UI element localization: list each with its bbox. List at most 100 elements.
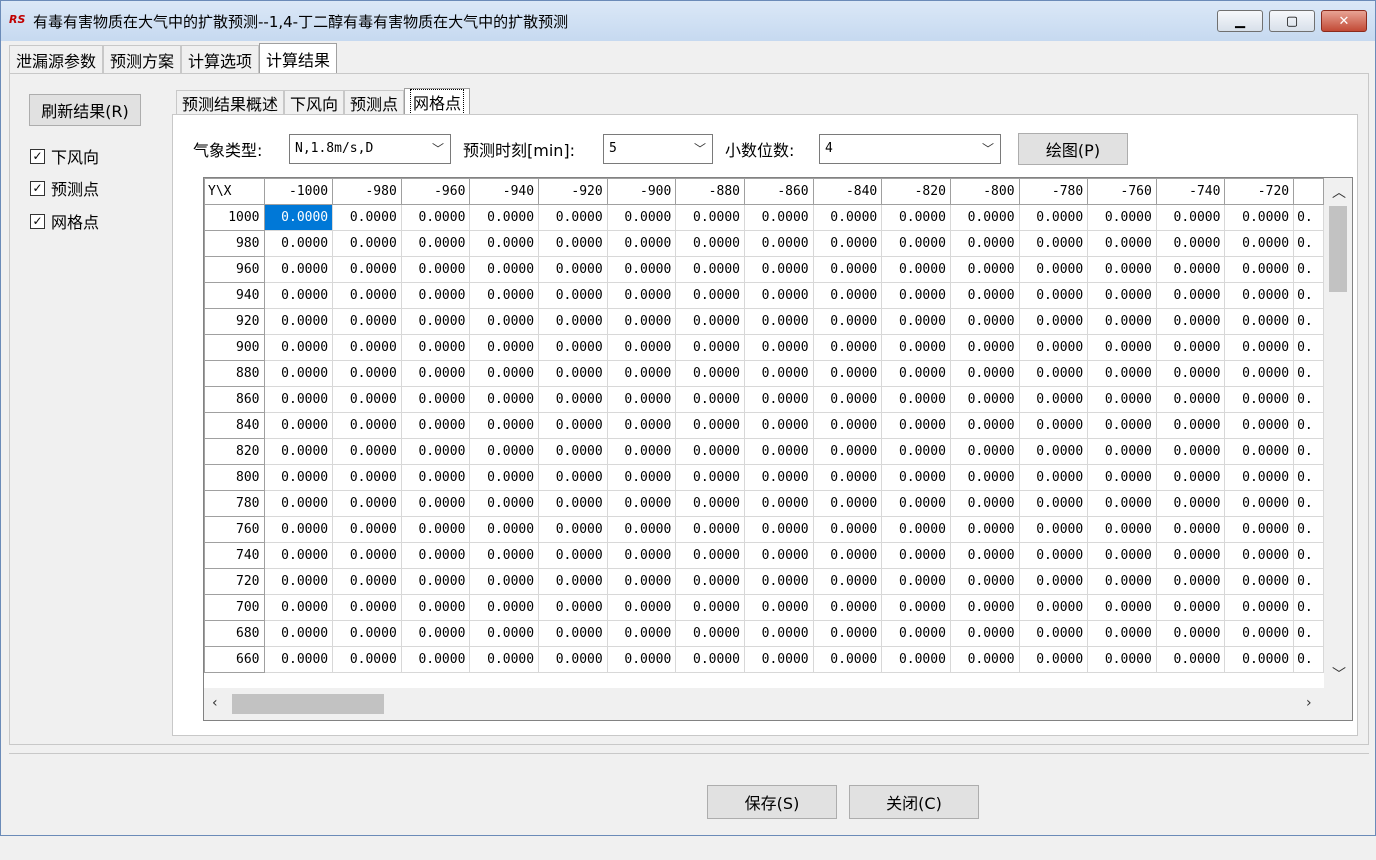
grid-cell-partial[interactable]: 0. xyxy=(1293,568,1324,595)
grid-cell[interactable]: 0.0000 xyxy=(1224,386,1295,413)
grid-cell[interactable]: 0.0000 xyxy=(263,334,334,361)
grid-cell[interactable]: 0.0000 xyxy=(263,282,334,309)
grid-cell[interactable]: 0.0000 xyxy=(400,516,471,543)
column-header[interactable]: -920 xyxy=(538,178,608,205)
grid-cell[interactable]: 0.0000 xyxy=(332,230,402,257)
grid-cell[interactable]: 0.0000 xyxy=(606,646,677,673)
grid-cell[interactable]: 0.0000 xyxy=(881,282,951,309)
horizontal-scrollbar[interactable]: ‹ › xyxy=(204,688,1352,720)
grid-cell[interactable]: 0.0000 xyxy=(400,438,471,465)
grid-cell[interactable]: 0.0000 xyxy=(1224,646,1295,673)
grid-cell[interactable]: 0.0000 xyxy=(332,412,402,439)
grid-cell[interactable]: 0.0000 xyxy=(332,542,402,569)
grid-cell[interactable]: 0.0000 xyxy=(949,282,1020,309)
row-header[interactable]: 1000 xyxy=(204,204,265,231)
grid-cell[interactable]: 0.0000 xyxy=(1155,490,1226,517)
grid-cell[interactable]: 0.0000 xyxy=(949,334,1020,361)
grid-cell[interactable]: 0.0000 xyxy=(743,412,814,439)
grid-cell[interactable]: 0.0000 xyxy=(949,308,1020,335)
grid-cell[interactable]: 0.0000 xyxy=(1224,308,1295,335)
save-button[interactable]: 保存(S) xyxy=(707,785,837,819)
scroll-left-icon[interactable]: ‹ xyxy=(212,695,218,711)
grid-cell-partial[interactable]: 0. xyxy=(1293,386,1324,413)
grid-cell[interactable]: 0.0000 xyxy=(881,412,951,439)
grid-cell[interactable]: 0.0000 xyxy=(812,256,883,283)
grid-cell[interactable]: 0.0000 xyxy=(1087,282,1157,309)
grid-cell[interactable]: 0.0000 xyxy=(1087,490,1157,517)
row-header[interactable]: 720 xyxy=(204,568,265,595)
grid-cell-partial[interactable]: 0. xyxy=(1293,490,1324,517)
grid-cell[interactable]: 0.0000 xyxy=(538,386,608,413)
row-header[interactable]: 900 xyxy=(204,334,265,361)
grid-cell[interactable]: 0.0000 xyxy=(1155,568,1226,595)
grid-cell[interactable]: 0.0000 xyxy=(469,386,540,413)
grid-cell[interactable]: 0.0000 xyxy=(538,438,608,465)
grid-cell[interactable]: 0.0000 xyxy=(1224,256,1295,283)
draw-button[interactable]: 绘图(P) xyxy=(1018,133,1128,165)
grid-cell[interactable]: 0.0000 xyxy=(1018,568,1089,595)
grid-cell[interactable]: 0.0000 xyxy=(1018,256,1089,283)
column-header[interactable]: -980 xyxy=(332,178,402,205)
grid-cell[interactable]: 0.0000 xyxy=(1224,620,1295,647)
grid-cell[interactable]: 0.0000 xyxy=(743,256,814,283)
grid-cell[interactable]: 0.0000 xyxy=(675,490,745,517)
grid-cell[interactable]: 0.0000 xyxy=(332,256,402,283)
column-header[interactable]: -900 xyxy=(606,178,677,205)
grid-cell-partial[interactable]: 0. xyxy=(1293,516,1324,543)
grid-cell[interactable]: 0.0000 xyxy=(263,386,334,413)
column-header[interactable]: -960 xyxy=(400,178,471,205)
grid-cell[interactable]: 0.0000 xyxy=(881,334,951,361)
grid-cell-partial[interactable]: 0. xyxy=(1293,204,1324,231)
grid-cell[interactable]: 0.0000 xyxy=(1155,620,1226,647)
grid-cell[interactable]: 0.0000 xyxy=(332,360,402,387)
grid-cell[interactable]: 0.0000 xyxy=(812,230,883,257)
grid-cell[interactable]: 0.0000 xyxy=(332,334,402,361)
grid-cell[interactable]: 0.0000 xyxy=(263,620,334,647)
grid-cell[interactable]: 0.0000 xyxy=(812,516,883,543)
grid-cell[interactable]: 0.0000 xyxy=(743,568,814,595)
grid-cell-partial[interactable]: 0. xyxy=(1293,256,1324,283)
grid-cell[interactable]: 0.0000 xyxy=(1224,204,1295,231)
grid-cell[interactable]: 0.0000 xyxy=(675,230,745,257)
refresh-results-button[interactable]: 刷新结果(R) xyxy=(29,94,141,126)
grid-cell[interactable]: 0.0000 xyxy=(1087,438,1157,465)
grid-cell[interactable]: 0.0000 xyxy=(949,256,1020,283)
grid-cell[interactable]: 0.0000 xyxy=(1155,282,1226,309)
grid-cell[interactable]: 0.0000 xyxy=(1018,620,1089,647)
grid-cell-partial[interactable]: 0. xyxy=(1293,360,1324,387)
checkbox-prediction-point[interactable]: ✓ 预测点 xyxy=(30,176,99,200)
grid-cell[interactable]: 0.0000 xyxy=(1224,594,1295,621)
minimize-button[interactable]: ▁ xyxy=(1217,10,1263,32)
grid-cell[interactable]: 0.0000 xyxy=(263,516,334,543)
grid-cell[interactable]: 0.0000 xyxy=(1224,516,1295,543)
grid-cell[interactable]: 0.0000 xyxy=(743,490,814,517)
grid-cell[interactable]: 0.0000 xyxy=(812,646,883,673)
grid-cell[interactable]: 0.0000 xyxy=(263,204,334,231)
grid-cell[interactable]: 0.0000 xyxy=(1224,490,1295,517)
grid-cell[interactable]: 0.0000 xyxy=(263,542,334,569)
grid-cell[interactable]: 0.0000 xyxy=(332,646,402,673)
grid-cell[interactable]: 0.0000 xyxy=(675,464,745,491)
grid-cell[interactable]: 0.0000 xyxy=(1087,308,1157,335)
grid-cell[interactable]: 0.0000 xyxy=(332,620,402,647)
column-header[interactable]: -940 xyxy=(469,178,540,205)
scroll-down-icon[interactable]: ﹀ xyxy=(1332,664,1346,684)
grid-cell[interactable]: 0.0000 xyxy=(1087,334,1157,361)
column-header[interactable]: -780 xyxy=(1018,178,1089,205)
grid-cell[interactable]: 0.0000 xyxy=(812,360,883,387)
grid-cell[interactable]: 0.0000 xyxy=(949,568,1020,595)
grid-cell-partial[interactable]: 0. xyxy=(1293,438,1324,465)
grid-cell[interactable]: 0.0000 xyxy=(743,334,814,361)
grid-cell[interactable]: 0.0000 xyxy=(812,334,883,361)
grid-cell[interactable]: 0.0000 xyxy=(675,256,745,283)
grid-cell[interactable]: 0.0000 xyxy=(1018,464,1089,491)
grid-cell[interactable]: 0.0000 xyxy=(263,490,334,517)
grid-cell[interactable]: 0.0000 xyxy=(1087,204,1157,231)
grid-cell[interactable]: 0.0000 xyxy=(263,230,334,257)
grid-cell[interactable]: 0.0000 xyxy=(606,594,677,621)
grid-cell[interactable]: 0.0000 xyxy=(538,490,608,517)
subtab-downwind[interactable]: 下风向 xyxy=(284,90,345,114)
grid-cell[interactable]: 0.0000 xyxy=(538,646,608,673)
grid-cell[interactable]: 0.0000 xyxy=(1018,386,1089,413)
grid-cell[interactable]: 0.0000 xyxy=(675,412,745,439)
